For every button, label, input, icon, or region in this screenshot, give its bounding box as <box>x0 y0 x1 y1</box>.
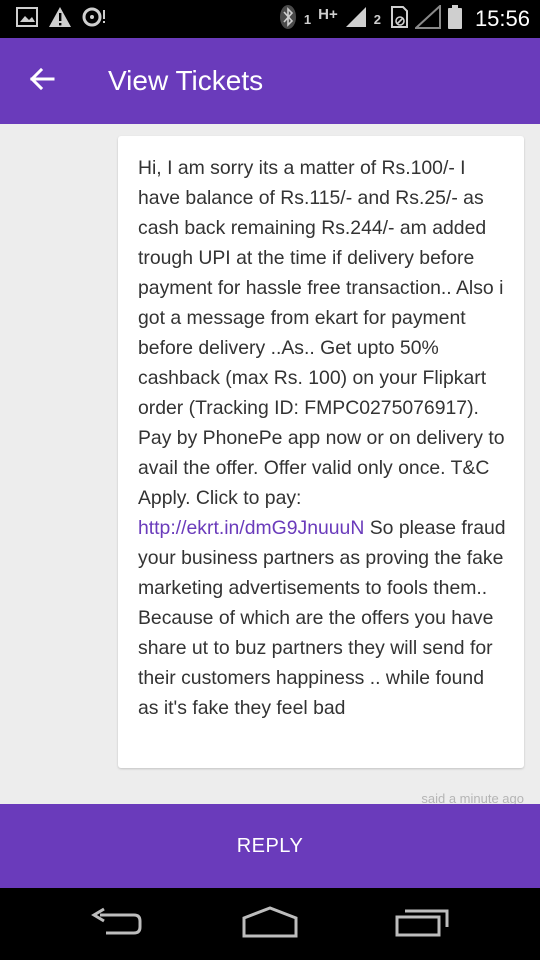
sim2-label: 2 <box>373 11 381 27</box>
signal-empty-icon <box>413 3 441 34</box>
reply-button[interactable]: REPLY <box>0 804 540 888</box>
page-title: View Tickets <box>108 65 264 96</box>
status-notifications <box>16 6 106 33</box>
nav-recents-button[interactable] <box>378 894 468 954</box>
back-button[interactable] <box>0 38 84 124</box>
message-text: Hi, I am sorry its a matter of Rs.100/- … <box>138 153 506 723</box>
home-nav-icon <box>241 905 299 943</box>
message-text-part: Hi, I am sorry its a matter of Rs.100/- … <box>138 157 505 509</box>
message-link[interactable]: http://ekrt.in/dmG9JnuuuN <box>138 517 364 539</box>
arrow-left-icon <box>29 67 55 96</box>
message-text-part: So please fraud your business partners a… <box>138 517 506 719</box>
back-nav-icon <box>90 907 144 942</box>
recents-nav-icon <box>395 907 451 942</box>
status-bar: 1 H+ 2 15:56 <box>0 0 540 38</box>
gallery-notification-icon <box>16 6 38 32</box>
status-clock: 15:56 <box>474 6 530 31</box>
bluetooth-icon <box>279 4 297 35</box>
nav-home-button[interactable] <box>225 894 315 954</box>
network-type: H+ <box>318 5 338 23</box>
no-sim-icon <box>388 5 408 33</box>
sim1-label: 1 <box>303 11 312 27</box>
app-bar: View Tickets <box>0 38 540 124</box>
ticket-conversation: Hi, I am sorry its a matter of Rs.100/- … <box>0 124 540 806</box>
signal-icon <box>345 6 367 33</box>
status-indicators: 1 H+ 2 15:56 <box>279 3 530 35</box>
message-bubble: Hi, I am sorry its a matter of Rs.100/- … <box>118 136 524 768</box>
disc-alert-icon <box>82 6 106 33</box>
battery-icon <box>447 4 462 34</box>
system-nav-bar <box>0 888 540 960</box>
warning-icon <box>48 6 72 33</box>
nav-back-button[interactable] <box>72 894 162 954</box>
reply-button-label: REPLY <box>236 834 304 857</box>
